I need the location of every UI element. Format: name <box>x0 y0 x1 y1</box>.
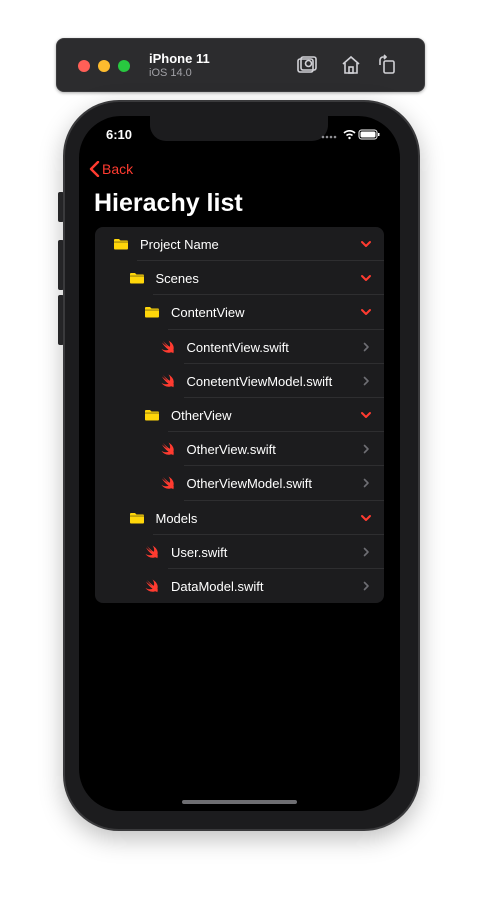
screenshot-icon[interactable] <box>295 53 319 77</box>
row-label: ContentView.swift <box>186 339 289 355</box>
phone-screen: 6:10 Back Hierachy list Project Name Scen… <box>79 116 400 811</box>
swift-icon <box>145 545 158 558</box>
folder-icon <box>114 239 128 250</box>
file-row[interactable]: ContentView.swift <box>95 330 384 364</box>
close-window-button[interactable] <box>78 60 90 72</box>
chevron-right-icon <box>363 342 369 351</box>
folder-icon <box>145 409 159 421</box>
status-time: 6:10 <box>106 127 133 142</box>
folder-row[interactable]: Scenes <box>95 261 384 296</box>
chevron-right-icon <box>363 444 369 454</box>
swift-icon <box>161 374 174 388</box>
row-label: User.swift <box>171 544 228 560</box>
swift-icon <box>161 340 174 353</box>
file-row[interactable]: ConetentViewModel.swift <box>95 364 384 398</box>
file-row[interactable]: OtherView.swift <box>95 432 384 467</box>
row-label: OtherViewModel.swift <box>186 476 312 492</box>
back-label: Back <box>102 161 134 177</box>
row-label: ConetentViewModel.swift <box>186 373 333 389</box>
chevron-down-icon <box>361 309 371 316</box>
device-name: iPhone 11 <box>149 51 210 66</box>
chevron-right-icon <box>363 547 369 556</box>
simulator-toolbar: iPhone 11 iOS 14.0 <box>56 38 425 92</box>
chevron-right-icon <box>363 581 369 591</box>
home-indicator[interactable] <box>182 800 297 804</box>
file-row[interactable]: DataModel.swift <box>95 569 384 603</box>
row-label: Scenes <box>155 271 199 287</box>
chevron-right-icon <box>363 479 369 488</box>
folder-icon <box>145 307 159 318</box>
chevron-down-icon <box>361 241 371 247</box>
back-button[interactable]: Back <box>89 161 133 177</box>
zoom-window-button[interactable] <box>118 60 130 72</box>
home-icon[interactable] <box>339 53 363 77</box>
swift-icon <box>161 476 174 490</box>
chevron-right-icon <box>363 376 369 386</box>
row-label: Models <box>155 510 198 526</box>
folder-icon <box>129 512 144 523</box>
rotate-icon[interactable] <box>375 53 399 77</box>
hierarchy-list: Project Name Scenes ContentView ContentView… <box>95 227 384 604</box>
folder-row[interactable]: OtherView <box>95 398 384 433</box>
file-row[interactable]: OtherViewModel.swift <box>95 466 384 501</box>
chevron-down-icon <box>361 275 371 282</box>
row-label: Project Name <box>140 237 219 252</box>
file-row[interactable]: User.swift <box>95 535 384 569</box>
chevron-left-icon <box>89 161 100 177</box>
folder-row[interactable]: Models <box>95 501 384 535</box>
chevron-down-icon <box>361 411 371 418</box>
status-indicators-icon <box>321 129 380 140</box>
row-label: OtherView <box>171 407 232 423</box>
row-label: DataModel.swift <box>171 578 264 594</box>
page-title: Hierachy list <box>94 189 243 217</box>
row-label: OtherView.swift <box>186 442 276 458</box>
row-label: ContentView <box>171 305 245 321</box>
os-version: iOS 14.0 <box>149 67 192 79</box>
notch <box>150 116 328 141</box>
swift-icon <box>161 442 174 456</box>
folder-row[interactable]: ContentView <box>95 295 384 330</box>
folder-icon <box>129 273 144 284</box>
swift-icon <box>145 579 158 593</box>
chevron-down-icon <box>361 514 371 521</box>
folder-row[interactable]: Project Name <box>95 227 384 262</box>
minimize-window-button[interactable] <box>98 60 110 72</box>
